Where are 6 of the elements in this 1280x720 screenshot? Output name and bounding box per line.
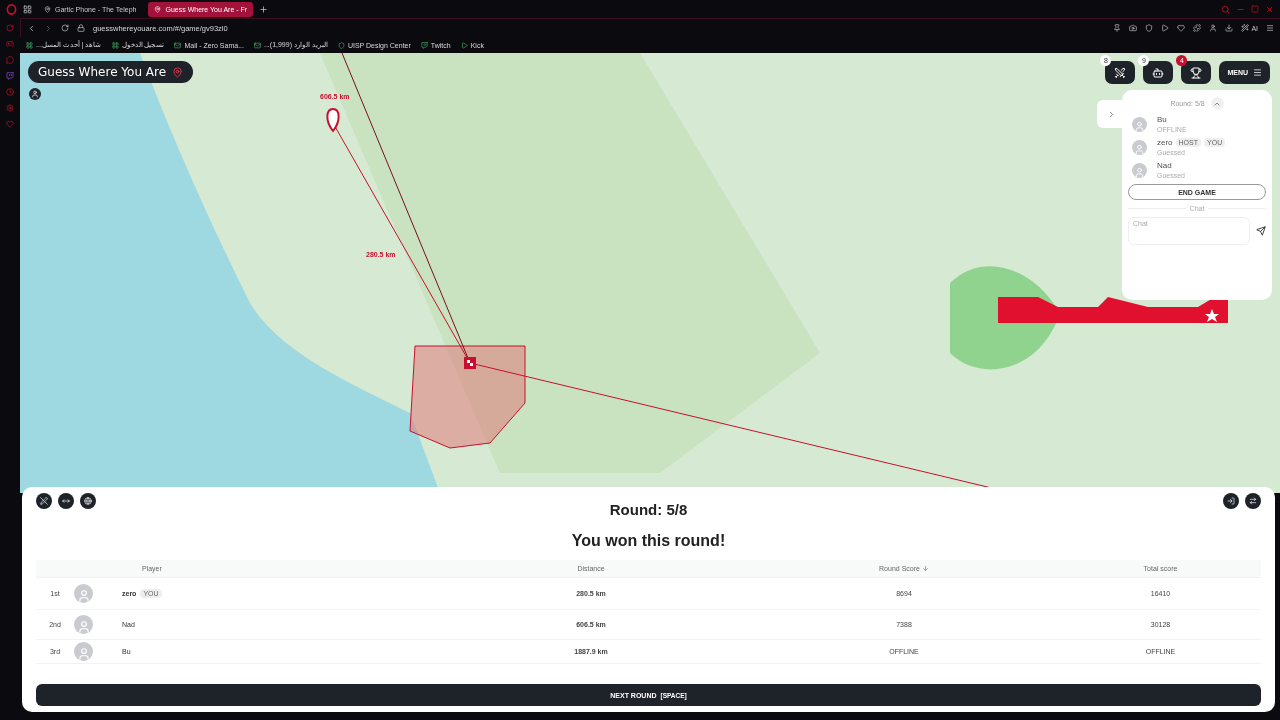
player-name: Nad <box>1157 161 1172 170</box>
game-title: Guess Where You Are <box>28 61 194 83</box>
result-message: You won this round! <box>571 532 726 550</box>
round-title: Round: 5/8 <box>609 501 688 518</box>
player-name: zero <box>1157 138 1173 147</box>
player-name: Bu <box>1157 115 1167 124</box>
